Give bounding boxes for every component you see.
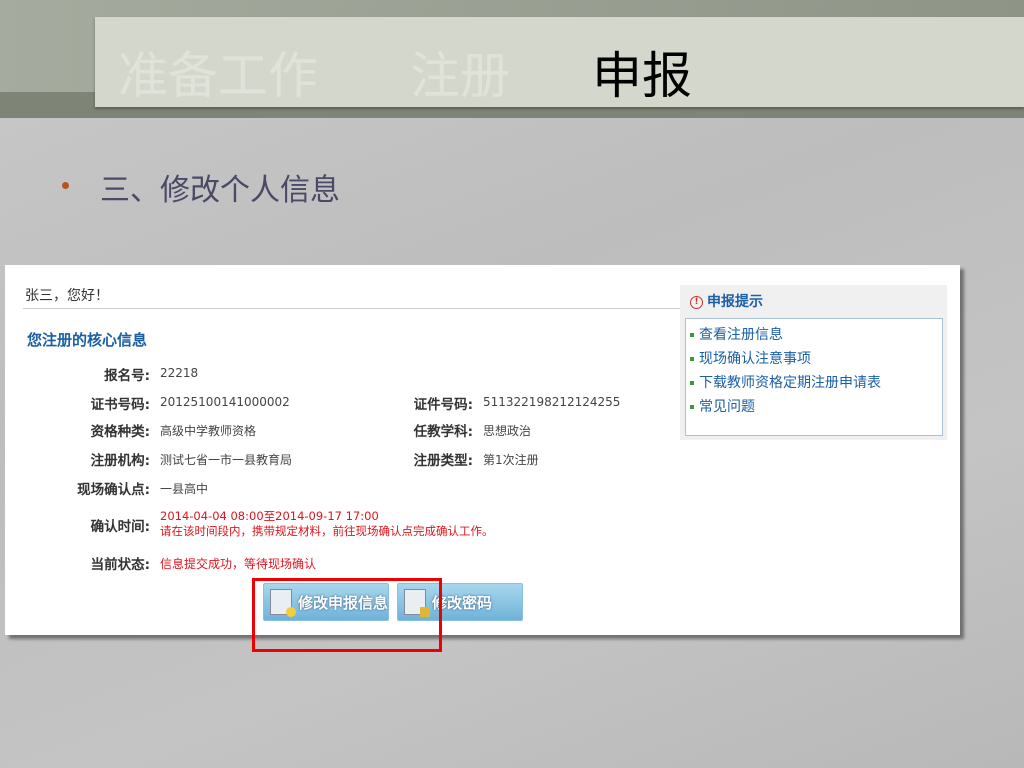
tip-link-faq[interactable]: 常见问题 [690,395,942,419]
value-reg-type: 第1次注册 [483,453,539,467]
tips-title-text: 申报提示 [707,294,763,310]
label-id-no: 证件号码: [413,397,473,413]
slide-subheading: 三、修改个人信息 [100,173,340,208]
tip-label: 现场确认注意事项 [699,351,811,367]
label-status: 当前状态: [90,557,150,573]
value-id-no: 511322198212124255 [483,395,621,409]
nav-declare: 申报 [592,47,692,105]
confirm-note: 请在该时间段内，携带规定材料，前往现场确认点完成确认工作。 [160,524,494,538]
value-reg-no: 22218 [160,366,199,380]
bullet-icon [62,182,69,189]
tip-label: 查看注册信息 [699,327,783,343]
nav-prep: 准备工作 [118,47,318,105]
divider [23,308,688,309]
greeting: 张三，您好！ [25,288,109,304]
label-reg-no: 报名号: [104,368,150,384]
label-site: 现场确认点: [77,482,150,498]
warning-icon: ! [690,295,703,309]
value-confirm-time: 2014-04-04 08:00至2014-09-17 17:00 [160,509,379,523]
bullet-icon [690,333,694,337]
nav-register: 注册 [410,47,510,105]
label-reg-type: 注册类型: [413,453,473,469]
value-qual-type: 高级中学教师资格 [160,424,257,438]
tip-label: 下载教师资格定期注册申请表 [699,375,881,391]
tip-label: 常见问题 [699,399,755,415]
tips-title: ! 申报提示 [690,291,763,311]
screenshot-panel: 张三，您好！ 您注册的核心信息 报名号: 22218 证书号码: 2012510… [5,265,960,635]
label-qual-type: 资格种类: [90,424,150,440]
value-org: 测试七省一市一县教育局 [160,453,293,467]
label-confirm-time: 确认时间: [90,519,150,535]
label-org: 注册机构: [90,453,150,469]
label-cert-no: 证书号码: [90,397,150,413]
tips-panel: ! 申报提示 查看注册信息 现场确认注意事项 下载教师资格定期注册申请表 常见问题 [680,285,947,440]
bullet-icon [690,405,694,409]
highlight-box [252,578,442,652]
section-title: 您注册的核心信息 [27,331,148,349]
value-status: 信息提交成功，等待现场确认 [160,557,317,571]
tips-list: 查看注册信息 现场确认注意事项 下载教师资格定期注册申请表 常见问题 [685,318,943,436]
tip-link-view-info[interactable]: 查看注册信息 [690,323,942,347]
bullet-icon [690,357,694,361]
value-site: 一县高中 [160,482,209,496]
tip-link-download-form[interactable]: 下载教师资格定期注册申请表 [690,371,942,395]
label-subject: 任教学科: [413,424,473,440]
bullet-icon [690,381,694,385]
tip-link-notes[interactable]: 现场确认注意事项 [690,347,942,371]
value-subject: 思想政治 [483,424,532,438]
value-cert-no: 20125100141000002 [160,395,290,409]
